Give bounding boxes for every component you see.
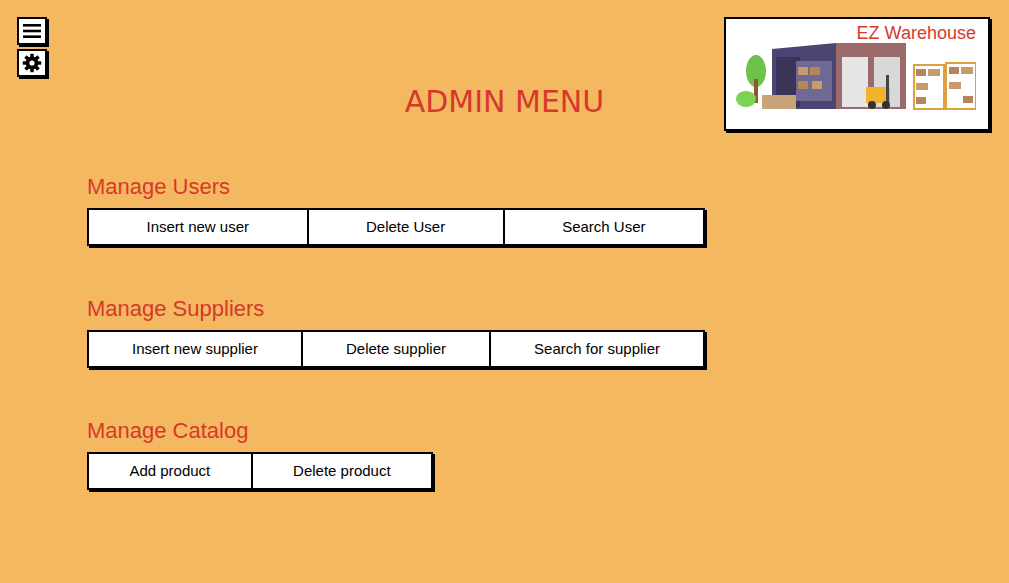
menu-button[interactable]: Search for supplier — [489, 330, 705, 368]
section-title: Manage Suppliers — [87, 296, 1009, 322]
menu-button[interactable]: Add product — [87, 452, 253, 490]
menu-section: Manage Suppliers Insert new supplierDelet… — [87, 296, 1009, 368]
page-title: ADMIN MENU — [405, 84, 605, 120]
logo: EZ Warehouse — [724, 17, 990, 131]
button-row: Add productDelete product — [87, 452, 433, 490]
logo-text: EZ Warehouse — [857, 21, 976, 45]
logo-area: EZ Warehouse — [604, 0, 1009, 131]
menu-button[interactable]: Delete User — [307, 208, 505, 246]
section-title: Manage Users — [87, 174, 1009, 200]
warehouse-icon — [736, 39, 976, 111]
menu-button[interactable]: Search User — [503, 208, 705, 246]
menu-section: Manage Catalog Add productDelete product — [87, 418, 1009, 490]
button-row: Insert new supplierDelete supplierSearch… — [87, 330, 705, 368]
button-row: Insert new userDelete UserSearch User — [87, 208, 705, 246]
header: ADMIN MENU EZ Warehouse — [0, 0, 1009, 131]
menu-button[interactable]: Delete product — [251, 452, 433, 490]
toolbar — [0, 0, 405, 131]
gear-icon[interactable] — [17, 49, 47, 77]
menu-button[interactable]: Delete supplier — [301, 330, 491, 368]
menu-section: Manage Users Insert new userDelete UserSe… — [87, 174, 1009, 246]
menu-button[interactable]: Insert new supplier — [87, 330, 303, 368]
menu-icon[interactable] — [17, 17, 47, 45]
section-title: Manage Catalog — [87, 418, 1009, 444]
sections: Manage UsersInsert new userDelete UserSe… — [0, 131, 1009, 490]
menu-button[interactable]: Insert new user — [87, 208, 309, 246]
